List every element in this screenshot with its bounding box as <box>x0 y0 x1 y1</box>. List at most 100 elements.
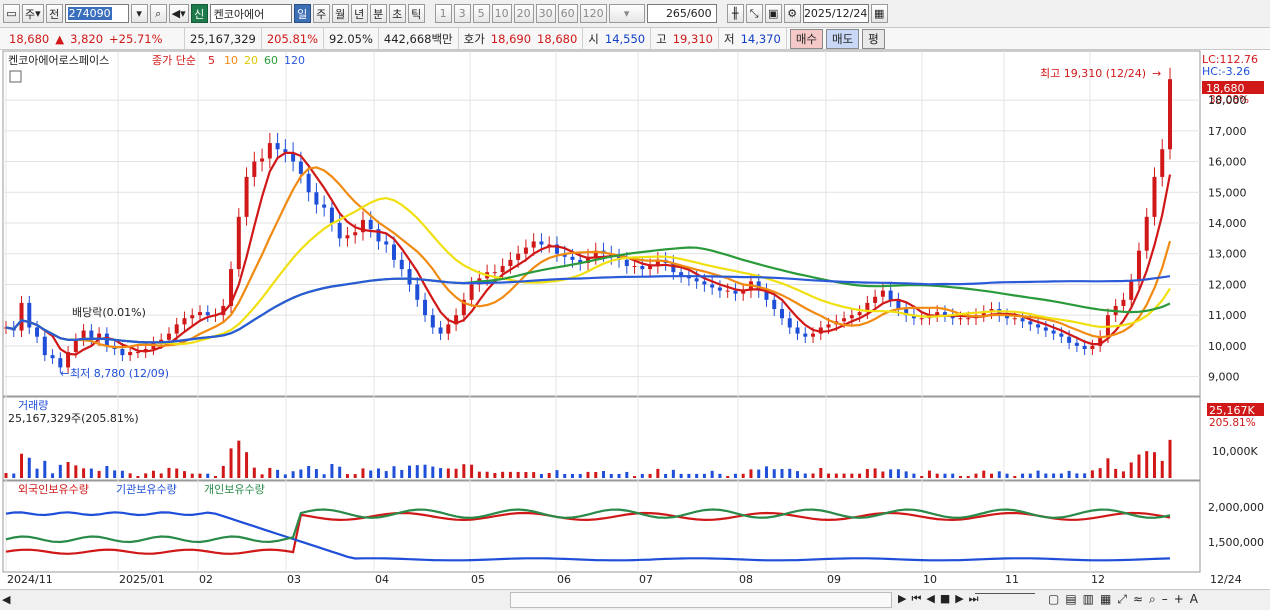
data-count-field[interactable]: 265/600 <box>646 4 717 23</box>
gear-icon[interactable]: ⚙ <box>783 4 801 23</box>
date-tick-label: 08 <box>739 573 753 586</box>
volume-bar <box>633 476 637 478</box>
candle-body <box>1043 327 1048 331</box>
current-price: 18,680 <box>9 31 50 46</box>
minute-30[interactable]: 30 <box>535 4 556 23</box>
volume-ratio: 205.81% <box>266 31 319 46</box>
low-arrow-icon: ← <box>60 367 69 380</box>
volume-bar <box>477 471 481 478</box>
volume-bar <box>904 471 908 478</box>
search-icon[interactable]: ⌕ <box>149 4 167 23</box>
table-icon[interactable] <box>9 70 22 83</box>
playback-controls[interactable]: ▶⏮◀■▶⏭ <box>898 592 984 606</box>
volume-bar <box>369 470 373 478</box>
flat-button[interactable]: 평 <box>862 28 885 49</box>
minute-60[interactable]: 60 <box>557 4 578 23</box>
ma10-label: 10 <box>224 54 238 67</box>
volume-last-pct: 205.81% <box>1209 417 1256 429</box>
tab-minute[interactable]: 분 <box>369 4 387 23</box>
candle-icon[interactable]: ╫ <box>726 4 744 23</box>
volume-bar <box>113 470 117 478</box>
volume-bar <box>997 471 1001 478</box>
holding-tick-high: 2,000,000 <box>1208 501 1264 514</box>
volume-bar <box>811 473 815 478</box>
volume-bar <box>400 469 404 478</box>
date-tick-label: 03 <box>287 573 301 586</box>
minute-5[interactable]: 5 <box>472 4 490 23</box>
stock-code-value: 274090 <box>67 7 112 20</box>
volume-bar <box>671 469 675 478</box>
candle-body <box>260 158 265 162</box>
tab-month[interactable]: 월 <box>331 4 349 23</box>
date-tick-label: 04 <box>375 573 389 586</box>
ma120-label: 120 <box>284 54 305 67</box>
tab-year[interactable]: 년 <box>350 4 368 23</box>
price-tick-label: 11,000 <box>1208 309 1247 322</box>
volume-bar <box>827 473 831 478</box>
candle-body <box>1012 318 1017 320</box>
sell-button[interactable]: 매도 <box>825 28 860 49</box>
crosshair-icon[interactable]: ⤡ <box>745 4 763 23</box>
price-tick-label: 9,000 <box>1208 371 1240 384</box>
volume-bar <box>896 469 900 478</box>
volume-bar <box>291 471 295 478</box>
speaker-icon[interactable]: ◀▾ <box>168 4 189 23</box>
candle-body <box>1168 79 1172 150</box>
stock-chart[interactable]: 켄코아에어로스페이스 종가 단순 5 10 20 60 120 LC:112.7… <box>0 50 1270 589</box>
volume-bar <box>1028 473 1032 478</box>
minute-3[interactable]: 3 <box>453 4 471 23</box>
buy-button[interactable]: 매수 <box>789 28 823 49</box>
code-dropdown-icon[interactable]: ▾ <box>130 4 148 23</box>
stock-code-input[interactable]: 274090 <box>64 4 129 23</box>
candle-body <box>166 333 171 340</box>
tab-week[interactable]: 주 <box>312 4 330 23</box>
zoom-slider[interactable] <box>975 593 1035 600</box>
volume-bar <box>1145 451 1149 478</box>
volume-bar <box>749 469 753 478</box>
volume-bar <box>1052 473 1056 478</box>
volume-bar <box>462 464 466 478</box>
minute-10[interactable]: 10 <box>491 4 512 23</box>
layout-icon[interactable]: ▭ <box>3 4 20 23</box>
save-icon[interactable]: ▣ <box>764 4 782 23</box>
candle-body <box>500 266 505 273</box>
minute-custom-select[interactable]: ▾ <box>608 4 645 23</box>
calendar-icon[interactable]: ▦ <box>870 4 888 23</box>
candle-body <box>469 284 474 300</box>
volume-value: 25,167,329 <box>190 31 256 46</box>
tab-second[interactable]: 초 <box>388 4 406 23</box>
chart-scrollbar[interactable]: ◀ ▶⏮◀■▶⏭ ▢▤▥▦⤢≈⌕–+A <box>0 589 1270 610</box>
volume-bar <box>873 468 877 478</box>
candle-body <box>384 241 389 245</box>
foreign-holding-legend: 외국인보유수량 <box>18 483 89 496</box>
dividend-annotation: 배당락(0.01%) <box>72 306 146 319</box>
zoom-tools[interactable]: ▢▤▥▦⤢≈⌕–+A <box>1048 592 1204 607</box>
date-tick-label: 2024/11 <box>7 573 53 586</box>
volume-bar <box>966 476 970 478</box>
date-tick-label: 11 <box>1005 573 1019 586</box>
minute-120[interactable]: 120 <box>579 4 607 23</box>
tab-day[interactable]: 일 <box>293 4 311 23</box>
candle-body <box>337 223 342 239</box>
ma5-label: 5 <box>208 54 215 67</box>
hc-value: HC:-3.26 <box>1202 65 1250 78</box>
low-value: 14,370 <box>740 31 781 46</box>
candle-body <box>1082 345 1087 349</box>
minute-20[interactable]: 20 <box>513 4 534 23</box>
period-select[interactable]: 주 ▾ <box>22 4 44 23</box>
volume-bar <box>1098 468 1102 478</box>
candle-body <box>438 327 443 334</box>
period-label: 주 <box>25 7 36 21</box>
stock-name-field[interactable]: 켄코아에어 <box>209 4 292 23</box>
candle-body <box>873 296 878 303</box>
prev-button[interactable]: 전 <box>45 4 63 23</box>
scroll-thumb[interactable] <box>510 592 892 608</box>
candle-body <box>717 287 722 291</box>
tab-tick[interactable]: 틱 <box>407 4 425 23</box>
minute-1[interactable]: 1 <box>434 4 452 23</box>
scroll-left-icon[interactable]: ◀ <box>2 593 10 606</box>
volume-bar <box>1137 454 1141 478</box>
high-label: 고 <box>656 31 667 46</box>
price-tick-label: 13,000 <box>1208 248 1247 261</box>
date-field[interactable]: 2025/12/24 <box>802 4 869 23</box>
